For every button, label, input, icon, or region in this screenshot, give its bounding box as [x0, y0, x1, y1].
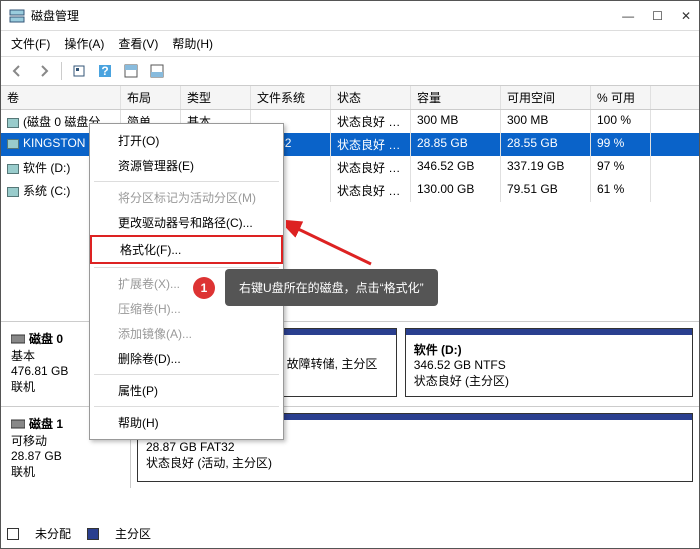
separator: [94, 181, 279, 182]
col-status[interactable]: 状态: [331, 86, 411, 109]
volume-icon: [7, 164, 19, 174]
disk-icon: [11, 418, 25, 430]
window-title: 磁盘管理: [31, 7, 622, 24]
separator: [94, 406, 279, 407]
volume-icon: [7, 139, 19, 149]
annotation-text: 右键U盘所在的磁盘，点击“格式化”: [239, 279, 424, 296]
legend-swatch-unallocated: [7, 528, 19, 540]
ctx-change-drive[interactable]: 更改驱动器号和路径(C)...: [90, 210, 283, 235]
toolbar: ?: [1, 57, 699, 86]
col-layout[interactable]: 布局: [121, 86, 181, 109]
col-volume[interactable]: 卷: [1, 86, 121, 109]
forward-icon[interactable]: [33, 60, 55, 82]
app-icon: [9, 8, 25, 24]
ctx-mark-active: 将分区标记为活动分区(M): [90, 185, 283, 210]
disk0-partition-b[interactable]: 软件 (D:) 346.52 GB NTFS 状态良好 (主分区): [405, 328, 693, 397]
col-free[interactable]: 可用空间: [501, 86, 591, 109]
ctx-delete[interactable]: 删除卷(D)...: [90, 346, 283, 371]
separator: [94, 374, 279, 375]
legend-primary: 主分区: [115, 525, 151, 542]
refresh-icon[interactable]: [68, 60, 90, 82]
view-top-icon[interactable]: [120, 60, 142, 82]
menu-file[interactable]: 文件(F): [11, 35, 50, 52]
ctx-format[interactable]: 格式化(F)...: [90, 235, 283, 264]
annotation-callout: 1 右键U盘所在的磁盘，点击“格式化”: [225, 269, 438, 306]
separator: [61, 62, 62, 80]
col-percent[interactable]: % 可用: [591, 86, 651, 109]
col-type[interactable]: 类型: [181, 86, 251, 109]
ctx-help[interactable]: 帮助(H): [90, 410, 283, 435]
window-controls: — ☐ ✕: [622, 9, 691, 23]
legend-swatch-primary: [87, 528, 99, 540]
menubar: 文件(F) 操作(A) 查看(V) 帮助(H): [1, 31, 699, 57]
col-capacity[interactable]: 容量: [411, 86, 501, 109]
annotation-arrow: [286, 219, 376, 269]
help-icon[interactable]: ?: [94, 60, 116, 82]
disk-icon: [11, 333, 25, 345]
col-filesystem[interactable]: 文件系统: [251, 86, 331, 109]
volume-icon: [7, 118, 19, 128]
ctx-properties[interactable]: 属性(P): [90, 378, 283, 403]
ctx-open[interactable]: 打开(O): [90, 128, 283, 153]
separator: [94, 267, 279, 268]
view-bottom-icon[interactable]: [146, 60, 168, 82]
back-icon[interactable]: [7, 60, 29, 82]
volume-table-header: 卷 布局 类型 文件系统 状态 容量 可用空间 % 可用: [1, 86, 699, 110]
menu-view[interactable]: 查看(V): [118, 35, 158, 52]
ctx-mirror: 添加镜像(A)...: [90, 321, 283, 346]
menu-help[interactable]: 帮助(H): [172, 35, 213, 52]
svg-text:?: ?: [101, 64, 108, 78]
ctx-explorer[interactable]: 资源管理器(E): [90, 153, 283, 178]
legend-unallocated: 未分配: [35, 525, 71, 542]
annotation-number: 1: [193, 277, 215, 299]
legend: 未分配 主分区: [7, 525, 151, 542]
maximize-button[interactable]: ☐: [652, 9, 663, 23]
menu-action[interactable]: 操作(A): [64, 35, 104, 52]
close-button[interactable]: ✕: [681, 9, 691, 23]
titlebar: 磁盘管理 — ☐ ✕: [1, 1, 699, 31]
minimize-button[interactable]: —: [622, 9, 634, 23]
volume-icon: [7, 187, 19, 197]
